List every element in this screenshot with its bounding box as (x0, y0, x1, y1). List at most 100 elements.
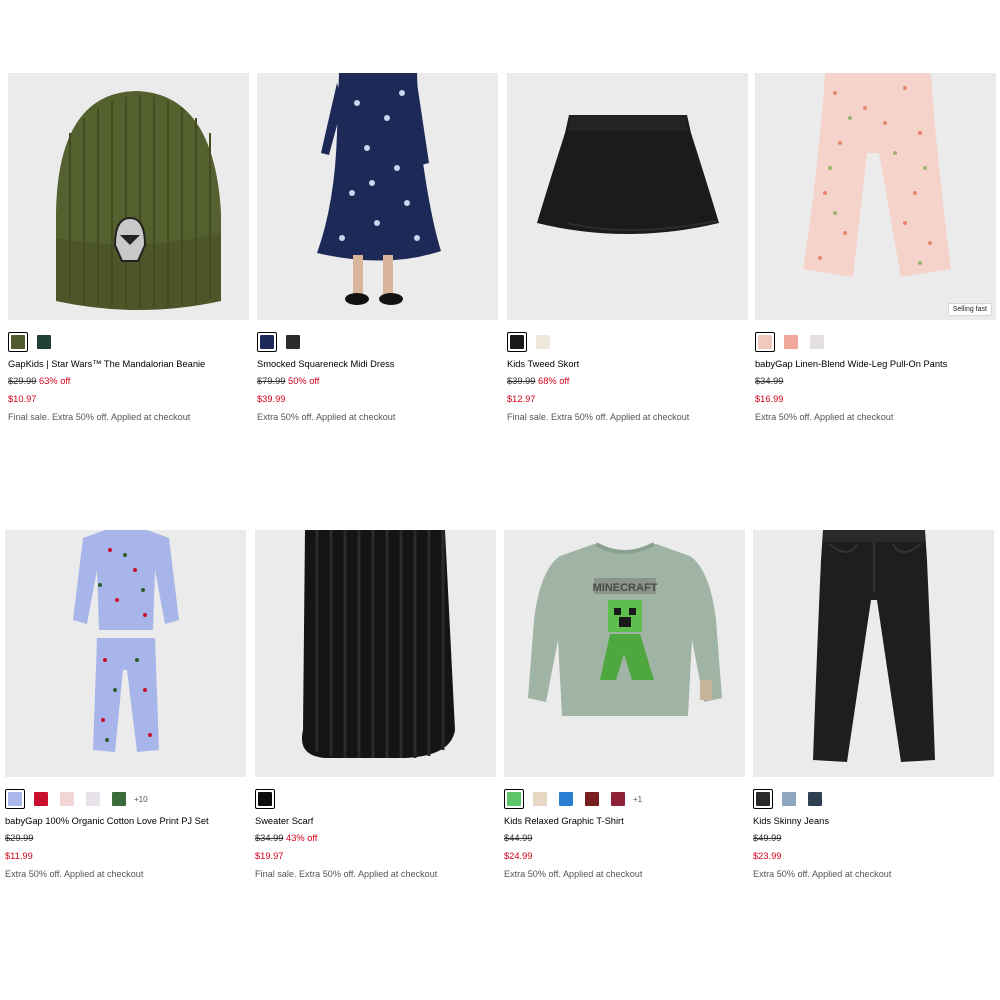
swatch-fill (286, 335, 300, 349)
color-swatch[interactable] (255, 789, 275, 809)
sale-price: $39.99 (257, 394, 286, 404)
product-image[interactable] (8, 73, 249, 320)
price-row: $34.99 (755, 375, 996, 387)
swatch-fill (258, 792, 272, 806)
scarf-image (301, 530, 455, 758)
product-name[interactable]: GapKids | Star Wars™ The Mandalorian Bea… (8, 358, 249, 370)
original-price: $29.99 (5, 833, 34, 843)
promo-text: Extra 50% off. Applied at checkout (504, 869, 643, 879)
product-card[interactable]: Sweater Scarf $34.99 43% off $19.97 Fina… (255, 530, 496, 880)
selling-fast-badge: Selling fast (947, 303, 992, 316)
product-name[interactable]: babyGap 100% Organic Cotton Love Print P… (5, 815, 246, 827)
product-image[interactable] (257, 73, 498, 320)
product-name[interactable]: Smocked Squareneck Midi Dress (257, 358, 498, 370)
product-card[interactable]: GapKids | Star Wars™ The Mandalorian Bea… (8, 73, 249, 423)
promo-text: Extra 50% off. Applied at checkout (755, 412, 894, 422)
swatch-fill (808, 792, 822, 806)
pants-image (803, 73, 951, 277)
promo-text: Final sale. Extra 50% off. Applied at ch… (255, 869, 438, 879)
color-swatch[interactable] (57, 789, 77, 809)
discount-percent: 68% off (538, 376, 570, 386)
svg-text:MINECRAFT: MINECRAFT (593, 582, 658, 594)
sale-price: $11.99 (5, 851, 33, 861)
swatch-fill (507, 792, 521, 806)
color-swatch[interactable] (805, 789, 825, 809)
promo-text: Extra 50% off. Applied at checkout (257, 412, 396, 422)
color-swatch[interactable] (533, 332, 553, 352)
color-swatch[interactable] (753, 789, 773, 809)
product-image[interactable]: MINECRAFT (504, 530, 745, 777)
product-image[interactable] (255, 530, 496, 777)
product-image[interactable] (5, 530, 246, 777)
original-price: $49.99 (753, 833, 782, 843)
color-swatch[interactable] (556, 789, 576, 809)
promo-text: Extra 50% off. Applied at checkout (753, 869, 892, 879)
sale-price: $24.99 (504, 851, 533, 861)
color-swatch[interactable] (530, 789, 550, 809)
price-row: $29.99 63% off (8, 375, 249, 387)
original-price: $39.99 (507, 376, 536, 386)
color-swatches (755, 331, 996, 353)
more-colors-link[interactable]: +10 (134, 795, 148, 804)
product-card[interactable]: Selling fast babyGap Linen-Blend Wide-Le… (755, 73, 996, 423)
original-price: $29.99 (8, 376, 37, 386)
promo-text: Final sale. Extra 50% off. Applied at ch… (8, 412, 191, 422)
product-name[interactable]: Sweater Scarf (255, 815, 496, 827)
swatch-fill (11, 335, 25, 349)
price-row: $29.99 (5, 832, 246, 844)
price-row: $34.99 43% off (255, 832, 496, 844)
color-swatch[interactable] (31, 789, 51, 809)
color-swatch[interactable] (781, 332, 801, 352)
swatch-fill (536, 335, 550, 349)
color-swatches: +10 (5, 788, 246, 810)
color-swatch[interactable] (608, 789, 628, 809)
swatch-fill (37, 335, 51, 349)
product-card[interactable]: Smocked Squareneck Midi Dress $79.99 50%… (257, 73, 498, 423)
product-image[interactable] (753, 530, 994, 777)
more-colors-link[interactable]: +1 (633, 795, 642, 804)
discount-percent: 50% off (288, 376, 320, 386)
color-swatches (257, 331, 498, 353)
original-price: $79.99 (257, 376, 286, 386)
color-swatch[interactable] (807, 332, 827, 352)
product-name[interactable]: Kids Skinny Jeans (753, 815, 994, 827)
product-name[interactable]: Kids Relaxed Graphic T-Shirt (504, 815, 745, 827)
color-swatch[interactable] (582, 789, 602, 809)
sale-price: $19.97 (255, 851, 284, 861)
sweatshirt-image: MINECRAFT (528, 542, 722, 716)
promo-text: Extra 50% off. Applied at checkout (5, 869, 144, 879)
price-row: $39.99 68% off (507, 375, 748, 387)
color-swatch[interactable] (5, 789, 25, 809)
original-price: $34.99 (755, 376, 784, 386)
jeans-image (813, 530, 935, 762)
product-image[interactable]: Selling fast (755, 73, 996, 320)
product-name[interactable]: babyGap Linen-Blend Wide-Leg Pull-On Pan… (755, 358, 996, 370)
color-swatches (8, 331, 249, 353)
color-swatch[interactable] (755, 332, 775, 352)
color-swatch[interactable] (83, 789, 103, 809)
swatch-fill (756, 792, 770, 806)
promo-text: Final sale. Extra 50% off. Applied at ch… (507, 412, 690, 422)
color-swatch[interactable] (504, 789, 524, 809)
product-card[interactable]: Kids Tweed Skort $39.99 68% off $12.97 F… (507, 73, 748, 423)
product-card[interactable]: +10 babyGap 100% Organic Cotton Love Pri… (5, 530, 246, 880)
color-swatch[interactable] (257, 332, 277, 352)
product-image[interactable] (507, 73, 748, 320)
price-row: $44.99 (504, 832, 745, 844)
color-swatch[interactable] (109, 789, 129, 809)
sale-price: $16.99 (755, 394, 784, 404)
color-swatch[interactable] (283, 332, 303, 352)
color-swatch[interactable] (8, 332, 28, 352)
swatch-fill (34, 792, 48, 806)
color-swatch[interactable] (779, 789, 799, 809)
swatch-fill (585, 792, 599, 806)
swatch-fill (533, 792, 547, 806)
product-card[interactable]: Kids Skinny Jeans $49.99 $23.99 Extra 50… (753, 530, 994, 880)
color-swatch[interactable] (507, 332, 527, 352)
swatch-fill (510, 335, 524, 349)
color-swatch[interactable] (34, 332, 54, 352)
discount-percent: 63% off (39, 376, 71, 386)
color-swatches (255, 788, 496, 810)
product-card[interactable]: MINECRAFT +1 Kids Relaxed Graphic T-Shir… (504, 530, 745, 880)
product-name[interactable]: Kids Tweed Skort (507, 358, 748, 370)
